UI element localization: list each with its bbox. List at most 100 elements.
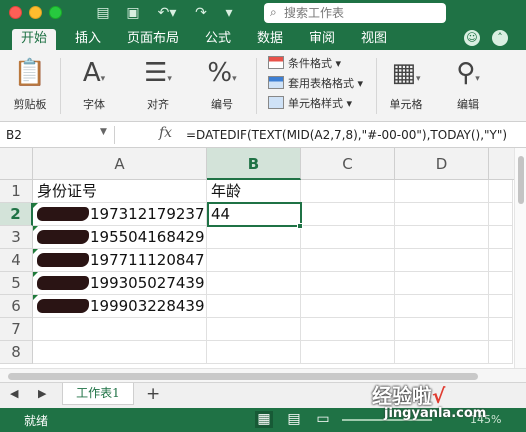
cell-a1[interactable]: 身份证号 xyxy=(33,180,207,203)
cell-e6[interactable] xyxy=(489,295,513,318)
cell-d8[interactable] xyxy=(395,341,489,364)
row-header-1[interactable]: 1 xyxy=(0,180,33,203)
normal-view-icon[interactable]: ▦ xyxy=(255,411,273,428)
cell-e5[interactable] xyxy=(489,272,513,295)
row-header-5[interactable]: 5 xyxy=(0,272,33,295)
cell-c2[interactable] xyxy=(301,203,395,226)
horizontal-scroll-thumb[interactable] xyxy=(8,373,478,380)
vertical-scrollbar[interactable] xyxy=(514,148,526,368)
column-header-a[interactable]: A xyxy=(33,148,207,180)
cells-group[interactable]: ▦▾ 单元格 xyxy=(384,55,428,112)
function-icon[interactable]: fx xyxy=(159,125,172,141)
page-break-view-icon[interactable]: ▭ xyxy=(314,411,332,428)
row-header-6[interactable]: 6 xyxy=(0,295,33,318)
cell-b6[interactable] xyxy=(207,295,301,318)
undo-icon[interactable]: ↶▾ xyxy=(154,4,180,22)
customize-toolbar-icon[interactable]: ▾ xyxy=(220,4,238,22)
horizontal-scrollbar[interactable] xyxy=(0,368,526,382)
column-header-b[interactable]: B xyxy=(207,148,301,180)
cell-b8[interactable] xyxy=(207,341,301,364)
cell-d5[interactable] xyxy=(395,272,489,295)
cell-e8[interactable] xyxy=(489,341,513,364)
sidebar-toggle-icon[interactable]: ▤ xyxy=(94,4,112,22)
cell-d3[interactable] xyxy=(395,226,489,249)
clipboard-group[interactable]: 📋 剪贴板 xyxy=(8,55,52,112)
row-header-2[interactable]: 2 xyxy=(0,203,33,226)
name-box[interactable]: B2 xyxy=(6,126,98,144)
column-header-c[interactable]: C xyxy=(301,148,395,180)
cell-styles-button[interactable]: 单元格样式 ▾ xyxy=(268,94,363,114)
window-maximize-button[interactable] xyxy=(49,6,62,19)
row-header-7[interactable]: 7 xyxy=(0,318,33,341)
cell-c1[interactable] xyxy=(301,180,395,203)
number-group[interactable]: %▾ 编号 xyxy=(200,55,244,112)
cell-a6[interactable]: 199903228439 xyxy=(33,295,207,318)
tab-home[interactable]: 开始 xyxy=(12,29,57,50)
cell-c7[interactable] xyxy=(301,318,395,341)
column-header-d[interactable]: D xyxy=(395,148,489,180)
row-header-3[interactable]: 3 xyxy=(0,226,33,249)
cell-d6[interactable] xyxy=(395,295,489,318)
window-minimize-button[interactable] xyxy=(29,6,42,19)
search-box[interactable]: ⌕ xyxy=(264,3,446,23)
cell-e7[interactable] xyxy=(489,318,513,341)
cell-a8[interactable] xyxy=(33,341,207,364)
cell-b1[interactable]: 年龄 xyxy=(207,180,301,203)
smiley-feedback-icon[interactable]: ☺ xyxy=(464,30,480,46)
cell-e2[interactable] xyxy=(489,203,513,226)
align-icon: ☰▾ xyxy=(144,58,172,88)
cell-c3[interactable] xyxy=(301,226,395,249)
prev-sheet-icon[interactable]: ◀ xyxy=(10,387,18,400)
tab-formulas[interactable]: 公式 xyxy=(196,29,240,50)
cell-c4[interactable] xyxy=(301,249,395,272)
tab-insert[interactable]: 插入 xyxy=(66,29,110,50)
search-input[interactable] xyxy=(284,5,442,21)
sheet-tab[interactable]: 工作表1 xyxy=(62,383,134,405)
add-sheet-button[interactable]: + xyxy=(146,384,160,404)
cell-d1[interactable] xyxy=(395,180,489,203)
window-close-button[interactable] xyxy=(9,6,22,19)
page-layout-view-icon[interactable]: ▤ xyxy=(285,411,303,428)
cell-e4[interactable] xyxy=(489,249,513,272)
collapse-ribbon-icon[interactable]: ˄ xyxy=(492,30,508,46)
next-sheet-icon[interactable]: ▶ xyxy=(38,387,46,400)
tab-review[interactable]: 审阅 xyxy=(300,29,344,50)
cell-b7[interactable] xyxy=(207,318,301,341)
font-group[interactable]: A▾ 字体 xyxy=(72,55,116,112)
cell-c6[interactable] xyxy=(301,295,395,318)
chevron-down-icon[interactable]: ▼ xyxy=(100,127,107,137)
cell-a3[interactable]: 195504168429 xyxy=(33,226,207,249)
alignment-group[interactable]: ☰▾ 对齐 xyxy=(136,55,180,112)
tab-view[interactable]: 视图 xyxy=(352,29,396,50)
cell-a4[interactable]: 197711120847 xyxy=(33,249,207,272)
cell-d2[interactable] xyxy=(395,203,489,226)
cell-c5[interactable] xyxy=(301,272,395,295)
cell-d7[interactable] xyxy=(395,318,489,341)
cell-b4[interactable] xyxy=(207,249,301,272)
tab-data[interactable]: 数据 xyxy=(248,29,292,50)
cell-a7[interactable] xyxy=(33,318,207,341)
spreadsheet-grid[interactable]: A B C D 1 2 3 4 5 6 7 8 身份证号 年龄 19731217… xyxy=(0,148,526,368)
fill-handle[interactable] xyxy=(297,223,303,229)
tab-page-layout[interactable]: 页面布局 xyxy=(118,29,188,50)
conditional-format-button[interactable]: 条件格式 ▾ xyxy=(268,54,363,74)
select-all-corner[interactable] xyxy=(0,148,33,180)
cell-e3[interactable] xyxy=(489,226,513,249)
formula-input[interactable]: =DATEDIF(TEXT(MID(A2,7,8),"#-00-00"),TOD… xyxy=(186,126,507,144)
format-as-table-button[interactable]: 套用表格格式 ▾ xyxy=(268,74,363,94)
cell-a5[interactable]: 199305027439 xyxy=(33,272,207,295)
save-icon[interactable]: ▣ xyxy=(124,4,142,22)
redo-icon[interactable]: ↷ xyxy=(192,4,210,22)
cell-b3[interactable] xyxy=(207,226,301,249)
cell-c8[interactable] xyxy=(301,341,395,364)
row-header-8[interactable]: 8 xyxy=(0,341,33,364)
cell-d4[interactable] xyxy=(395,249,489,272)
redaction-mark xyxy=(37,276,89,290)
cell-b5[interactable] xyxy=(207,272,301,295)
row-header-4[interactable]: 4 xyxy=(0,249,33,272)
cell-a2[interactable]: 197312179237 xyxy=(33,203,207,226)
editing-group[interactable]: ⚲▾ 编辑 xyxy=(446,55,490,112)
cell-e1[interactable] xyxy=(489,180,513,203)
cells-icon: ▦▾ xyxy=(391,58,421,88)
vertical-scroll-thumb[interactable] xyxy=(518,156,524,204)
